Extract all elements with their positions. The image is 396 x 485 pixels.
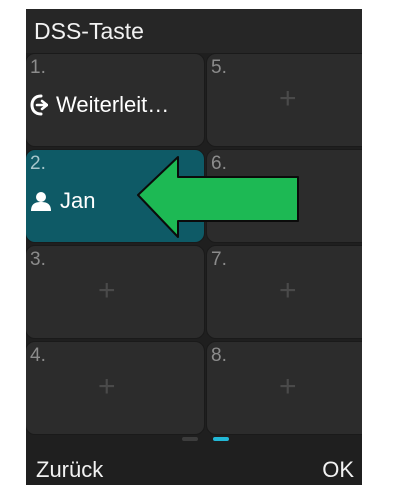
key-number: 8. xyxy=(211,345,227,366)
key-number: 7. xyxy=(211,249,227,270)
dss-key-6[interactable]: 6. + xyxy=(206,149,362,243)
add-key-icon: + xyxy=(98,370,116,403)
title-bar: DSS-Taste xyxy=(26,9,362,53)
phone-screen: DSS-Taste 1. Weiterleit… 2. Jan 3. + 4. … xyxy=(26,9,362,485)
key-number: 3. xyxy=(30,249,46,270)
key-content: Weiterleit… xyxy=(30,92,169,118)
dss-key-1[interactable]: 1. Weiterleit… xyxy=(26,53,205,147)
dss-key-5[interactable]: 5. + xyxy=(206,53,362,147)
add-key-icon: + xyxy=(279,370,297,403)
dss-key-2[interactable]: 2. Jan xyxy=(26,149,205,243)
key-label: Jan xyxy=(60,188,96,213)
add-key-icon: + xyxy=(279,274,297,307)
key-number: 2. xyxy=(30,153,46,174)
add-key-icon: + xyxy=(98,274,116,307)
dss-key-8[interactable]: 8. + xyxy=(206,341,362,435)
call-forward-icon xyxy=(30,94,48,116)
dss-key-3[interactable]: 3. + xyxy=(26,245,205,339)
ok-softkey[interactable]: OK xyxy=(322,457,354,483)
key-content: Jan xyxy=(30,188,95,214)
key-number: 6. xyxy=(211,153,227,174)
add-key-icon: + xyxy=(279,82,297,115)
key-number: 4. xyxy=(30,345,46,366)
page-title: DSS-Taste xyxy=(34,18,144,44)
add-key-icon: + xyxy=(279,178,297,211)
key-label: Weiterleit… xyxy=(56,92,170,117)
page-dot-active xyxy=(213,437,229,441)
dss-key-4[interactable]: 4. + xyxy=(26,341,205,435)
back-softkey[interactable]: Zurück xyxy=(36,457,103,483)
key-number: 1. xyxy=(30,57,46,78)
softkey-bar: Zurück OK xyxy=(26,449,362,485)
contact-person-icon xyxy=(31,192,51,211)
key-number: 5. xyxy=(211,57,227,78)
dss-key-7[interactable]: 7. + xyxy=(206,245,362,339)
page-dot-inactive xyxy=(182,437,198,441)
page-indicator xyxy=(26,437,362,443)
